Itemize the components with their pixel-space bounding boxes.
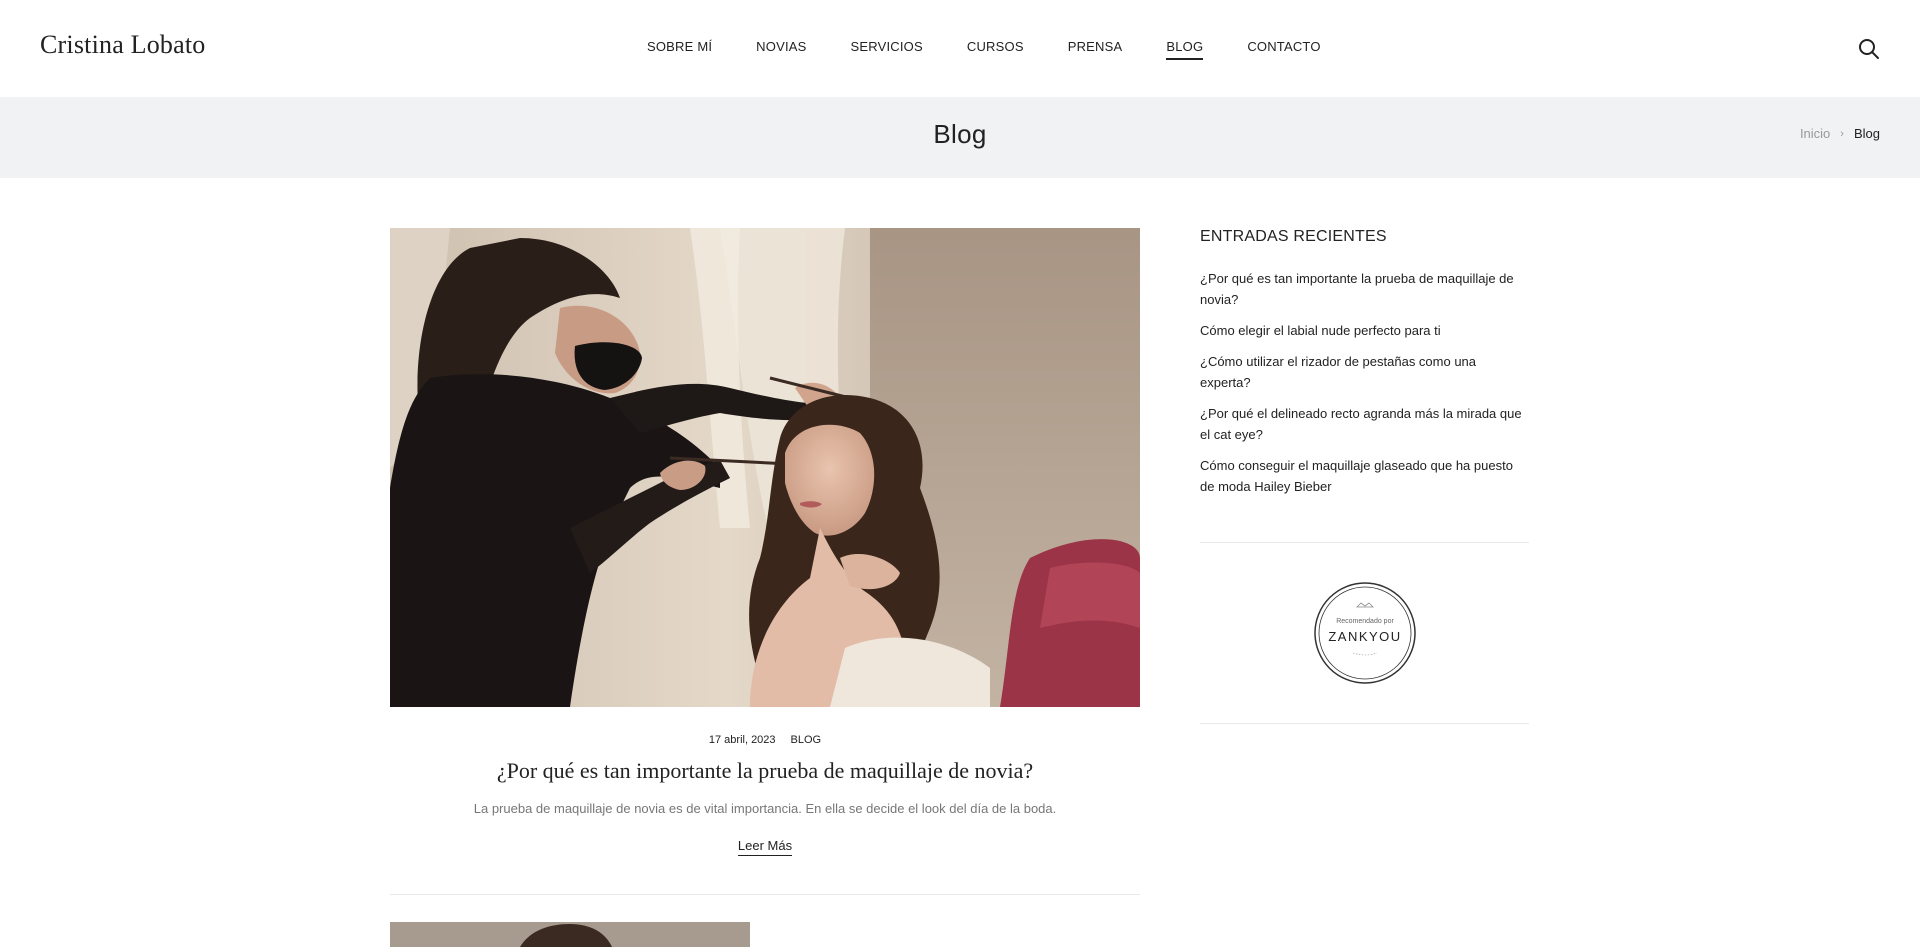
post-meta: 17 abril, 2023 BLOG [390, 734, 1140, 746]
post-divider [390, 894, 1140, 895]
next-post-image[interactable] [390, 922, 750, 947]
nav-item-blog[interactable]: BLOG [1166, 39, 1204, 60]
recent-post-link[interactable]: ¿Cómo utilizar el rizador de pestañas co… [1200, 351, 1529, 393]
nav-item-prensa[interactable]: PRENSA [1068, 39, 1123, 58]
search-button[interactable] [1858, 38, 1880, 60]
breadcrumb: Inicio › Blog [1800, 126, 1880, 141]
zankyou-badge-widget: Recomendado por ZANKYOU [1200, 543, 1529, 723]
nav-item-cursos[interactable]: CURSOS [967, 39, 1024, 58]
site-logo[interactable]: Cristina Lobato [40, 30, 205, 60]
recent-post-link[interactable]: ¿Por qué es tan importante la prueba de … [1200, 268, 1529, 310]
nav-item-sobre-mi[interactable]: SOBRE MÍ [647, 39, 712, 58]
recent-post-link[interactable]: Cómo conseguir el maquillaje glaseado qu… [1200, 455, 1529, 497]
recent-posts-title: ENTRADAS RECIENTES [1200, 228, 1387, 245]
page-title-band: Blog Inicio › Blog [0, 97, 1920, 178]
recent-post-link[interactable]: Cómo elegir el labial nude perfecto para… [1200, 320, 1529, 341]
breadcrumb-separator-icon: › [1840, 127, 1844, 140]
post-excerpt: La prueba de maquillaje de novia es de v… [473, 801, 1057, 816]
bridal-makeup-photo [390, 228, 1140, 707]
badge-brand: ZANKYOU [1328, 629, 1401, 644]
read-more-link[interactable]: Leer Más [737, 838, 793, 856]
list-item: ¿Cómo utilizar el rizador de pestañas co… [1200, 351, 1529, 393]
list-item: Cómo elegir el labial nude perfecto para… [1200, 320, 1529, 341]
post-category-link[interactable]: BLOG [791, 734, 822, 746]
list-item: Cómo conseguir el maquillaje glaseado qu… [1200, 455, 1529, 497]
recent-post-link[interactable]: ¿Por qué el delineado recto agranda más … [1200, 403, 1529, 445]
main-nav: SOBRE MÍ NOVIAS SERVICIOS CURSOS PRENSA … [647, 39, 1365, 60]
nav-item-servicios[interactable]: SERVICIOS [851, 39, 923, 58]
nav-item-contacto[interactable]: CONTACTO [1247, 39, 1320, 58]
post-date: 17 abril, 2023 [708, 734, 776, 746]
widget-divider [1200, 723, 1529, 724]
post-title[interactable]: ¿Por qué es tan importante la prueba de … [390, 758, 1140, 784]
page-title: Blog [933, 119, 987, 149]
list-item: ¿Por qué el delineado recto agranda más … [1200, 403, 1529, 445]
breadcrumb-home-link[interactable]: Inicio [1800, 126, 1830, 141]
site-header: Cristina Lobato SOBRE MÍ NOVIAS SERVICIO… [0, 0, 1920, 97]
zankyou-badge-logo[interactable]: Recomendado por ZANKYOU [1313, 581, 1417, 685]
next-post-photo [390, 922, 750, 947]
sidebar: ENTRADAS RECIENTES ¿Por qué es tan impor… [1200, 228, 1529, 724]
search-icon [1859, 39, 1879, 59]
post-featured-image[interactable] [390, 228, 1140, 707]
badge-line1: Recomendado por [1336, 618, 1394, 625]
breadcrumb-current: Blog [1853, 126, 1880, 141]
recent-posts-list: ¿Por qué es tan importante la prueba de … [1200, 268, 1529, 497]
nav-item-novias[interactable]: NOVIAS [756, 39, 806, 58]
blog-post: 17 abril, 2023 BLOG ¿Por qué es tan impo… [390, 228, 1140, 895]
list-item: ¿Por qué es tan importante la prueba de … [1200, 268, 1529, 310]
